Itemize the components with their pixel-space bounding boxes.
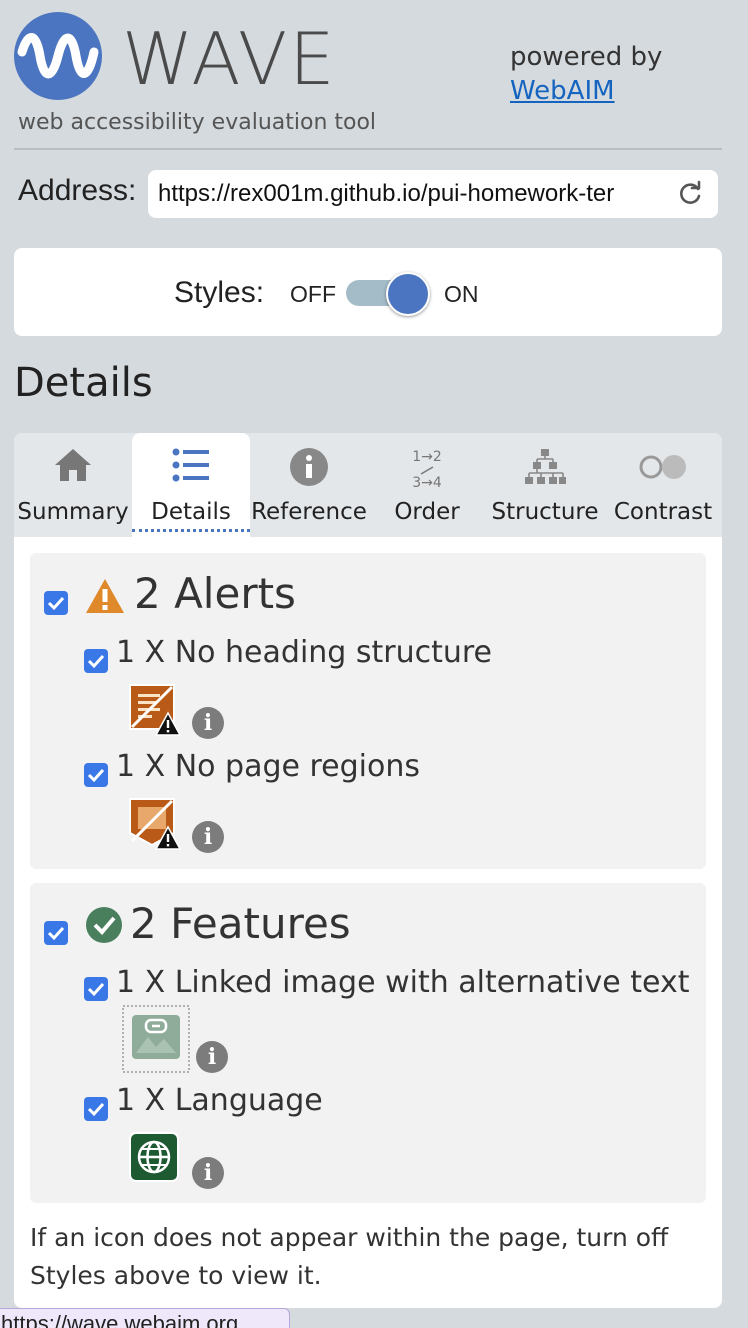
address-input[interactable]: https://rex001m.github.io/pui-homework-t… — [148, 170, 718, 218]
tab-order[interactable]: 1→2 3→4 Order — [368, 433, 486, 537]
styles-on-label: ON — [444, 281, 479, 307]
styles-label: Styles: — [174, 276, 265, 309]
no-heading-icon[interactable] — [128, 683, 182, 737]
header: WAVE web accessibility evaluation tool p… — [0, 0, 748, 150]
tab-details-label: Details — [132, 499, 250, 532]
feature-item-info-icon[interactable]: i — [192, 1157, 224, 1189]
feature-item-label: 1 X Language — [116, 1083, 323, 1118]
svg-text:3→4: 3→4 — [412, 475, 442, 489]
webaim-link[interactable]: WebAIM — [510, 74, 662, 108]
alert-item-checkbox[interactable] — [84, 763, 108, 787]
alerts-checkbox[interactable] — [44, 591, 68, 615]
styles-panel: Styles: OFF ON — [14, 248, 722, 336]
feature-item-checkbox[interactable] — [84, 1097, 108, 1121]
wave-logo-icon — [14, 12, 102, 100]
tab-summary[interactable]: Summary — [14, 433, 132, 537]
svg-text:1→2: 1→2 — [412, 449, 442, 465]
alert-warning-icon — [86, 579, 124, 613]
features-group: 2 Features 1 X Linked image with alterna… — [30, 883, 706, 1203]
order-icon: 1→2 3→4 — [412, 449, 442, 489]
tab-details[interactable]: Details — [132, 433, 250, 537]
alerts-group: 2 Alerts 1 X No heading structure i 1 X … — [30, 553, 706, 869]
reference-info-icon — [290, 448, 328, 486]
address-label: Address: — [18, 174, 137, 207]
tab-bar: Summary Details Reference 1→2 3→4 Order — [14, 433, 722, 537]
language-icon[interactable] — [128, 1131, 180, 1183]
tab-order-label: Order — [394, 499, 460, 525]
styles-toggle-knob[interactable] — [386, 272, 430, 316]
app-title: WAVE — [122, 17, 337, 101]
tab-reference[interactable]: Reference — [250, 433, 368, 537]
contrast-icon — [639, 455, 686, 479]
styles-off-label: OFF — [290, 281, 336, 307]
powered-by: powered by WebAIM — [510, 40, 662, 108]
no-regions-icon[interactable] — [128, 797, 182, 851]
feature-item-label: 1 X Linked image with alternative text — [116, 965, 690, 1000]
feature-item-checkbox[interactable] — [84, 977, 108, 1001]
tab-contrast-label: Contrast — [613, 499, 713, 525]
header-divider — [14, 148, 722, 150]
address-value[interactable]: https://rex001m.github.io/pui-homework-t… — [158, 180, 670, 208]
address-row: Address: https://rex001m.github.io/pui-h… — [0, 168, 748, 220]
alert-item-info-icon[interactable]: i — [192, 821, 224, 853]
alert-item-checkbox[interactable] — [84, 649, 108, 673]
structure-icon — [525, 449, 566, 484]
tab-summary-label: Summary — [17, 499, 129, 525]
list-icon — [172, 448, 209, 482]
home-icon — [55, 449, 91, 481]
footer-note: If an icon does not appear within the pa… — [30, 1223, 669, 1290]
tab-structure-label: Structure — [491, 499, 599, 525]
app-tagline: web accessibility evaluation tool — [18, 110, 377, 135]
alert-item-label: 1 X No heading structure — [116, 635, 493, 670]
linked-image-icon[interactable] — [122, 1005, 190, 1073]
tab-reference-label: Reference — [251, 499, 367, 525]
feature-item-info-icon[interactable]: i — [196, 1041, 228, 1073]
details-heading: Details — [14, 360, 153, 406]
powered-by-label: powered by — [510, 42, 663, 72]
status-bar-url: https://wave.webaim.org — [0, 1308, 290, 1328]
alerts-title: 2 Alerts — [134, 569, 296, 618]
reload-icon[interactable] — [676, 180, 704, 208]
features-title: 2 Features — [130, 899, 351, 948]
features-checkbox[interactable] — [44, 921, 68, 945]
tab-structure[interactable]: Structure — [486, 433, 604, 537]
alert-item-info-icon[interactable]: i — [192, 707, 224, 739]
tab-contrast[interactable]: Contrast — [604, 433, 722, 537]
details-panel: Summary Details Reference 1→2 3→4 Order — [14, 433, 722, 1308]
alert-item-label: 1 X No page regions — [116, 749, 421, 784]
features-check-icon — [86, 907, 122, 943]
